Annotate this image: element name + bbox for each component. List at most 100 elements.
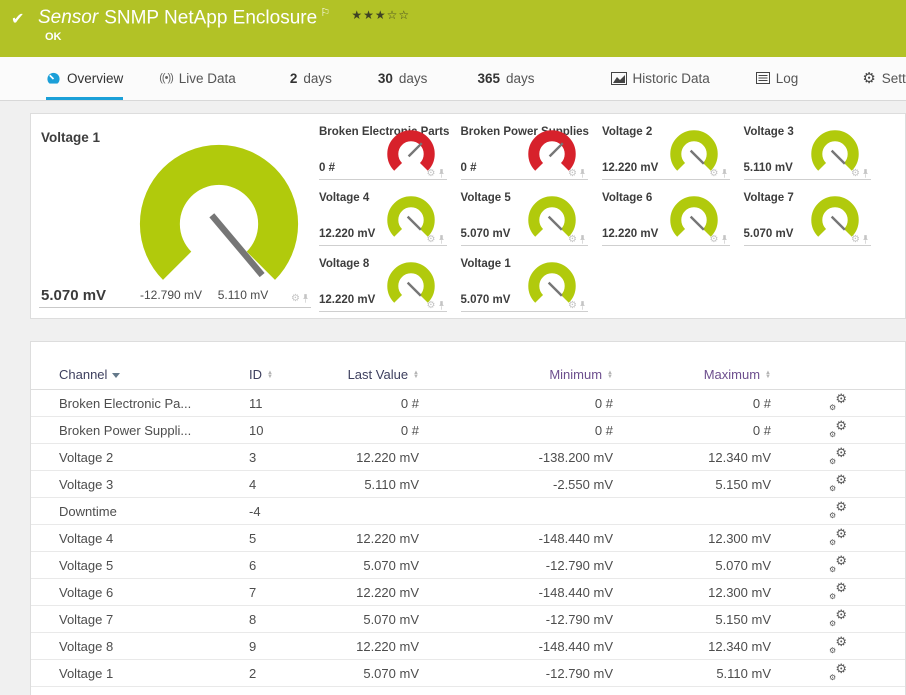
gear-icon[interactable]: ⚙ [568, 300, 577, 311]
pin-icon[interactable] [438, 168, 445, 179]
channel-settings-icon[interactable]: ⚙ ⚙ [829, 608, 847, 628]
column-header-channel[interactable]: Channel [59, 367, 249, 382]
page-title: Sensor SNMP NetApp Enclosure ⚐ ★★★☆☆ [38, 6, 410, 29]
stars-filled[interactable]: ★★★ [351, 8, 386, 22]
column-header-maximum[interactable]: Maximum ▲ ▼ [613, 367, 771, 382]
channel-settings-icon[interactable]: ⚙ ⚙ [829, 392, 847, 412]
channel-settings-icon[interactable]: ⚙ ⚙ [829, 581, 847, 601]
divider [743, 179, 871, 180]
channel-settings-icon[interactable]: ⚙ ⚙ [829, 473, 847, 493]
cell-last-value: 12.220 mV [356, 584, 419, 600]
pin-icon[interactable] [862, 168, 869, 179]
column-header-last-value[interactable]: Last Value ▲ ▼ [339, 367, 419, 382]
column-header-id[interactable]: ID ▲ ▼ [249, 367, 339, 382]
gauge-value: 12.220 mV [319, 294, 376, 306]
tab-label: Overview [67, 70, 124, 86]
pin-icon[interactable] [302, 293, 309, 304]
gear-icon[interactable]: ⚙ [710, 234, 719, 245]
pin-icon[interactable] [721, 234, 728, 245]
pin-icon[interactable] [438, 234, 445, 245]
gear-icon[interactable]: ⚙ [291, 293, 300, 304]
divider [319, 179, 447, 180]
cell-last-value: 5.070 mV [363, 557, 419, 573]
channel-settings-icon[interactable]: ⚙ ⚙ [829, 635, 847, 655]
table-row: Voltage 8 9 12.220 mV -148.440 mV 12.340… [31, 633, 905, 660]
cell-last-value: 5.110 mV [364, 476, 419, 492]
gear-icon[interactable]: ⚙ [427, 168, 436, 179]
gauge-value: 12.220 mV [602, 162, 659, 174]
tab-overview[interactable]: Overview [46, 57, 124, 100]
gauge-title: Voltage 1 [460, 258, 511, 270]
tab-log[interactable]: Log [755, 57, 799, 100]
tab-label: Log [775, 70, 799, 86]
sort-icon: ▲ ▼ [765, 369, 771, 380]
cell-last-value: 12.220 mV [356, 638, 419, 654]
channel-settings-icon[interactable]: ⚙ ⚙ [829, 527, 847, 547]
cell-last-value: 0 # [400, 422, 419, 438]
tab-settings[interactable]: ⚙ Settings [862, 57, 906, 100]
gauge-cell-voltage-5: Voltage 5 5.070 mV ⚙ [460, 188, 588, 254]
tab-365-days[interactable]: 365 days [477, 57, 534, 100]
tab-2-days[interactable]: 2 days [290, 57, 332, 100]
gauge-title: Voltage 8 [319, 258, 370, 270]
pin-icon[interactable] [721, 168, 728, 179]
divider [460, 311, 588, 312]
channel-settings-icon[interactable]: ⚙ ⚙ [829, 419, 847, 439]
flag-icon[interactable]: ⚐ [320, 7, 330, 19]
gauge-cell-voltage-3: Voltage 3 5.110 mV ⚙ [743, 122, 871, 188]
gauge-cell-voltage-8: Voltage 8 12.220 mV ⚙ [319, 254, 447, 320]
cell-channel: Downtime [59, 503, 117, 519]
channel-settings-icon[interactable]: ⚙ ⚙ [829, 662, 847, 682]
gauge-cell-voltage-7: Voltage 7 5.070 mV ⚙ [743, 188, 871, 254]
table-row: Voltage 2 3 12.220 mV -138.200 mV 12.340… [31, 444, 905, 471]
pin-icon[interactable] [579, 168, 586, 179]
gear-icon[interactable]: ⚙ [427, 234, 436, 245]
cell-minimum: -148.440 mV [538, 530, 613, 546]
gauges-panel: Voltage 1 5.070 mV -12.790 mV 5.110 mV ⚙… [30, 113, 906, 319]
channel-settings-icon[interactable]: ⚙ ⚙ [829, 554, 847, 574]
gauge-cell-broken-electronic-parts: Broken Electronic Parts 0 # ⚙ [319, 122, 449, 188]
tab-30-days[interactable]: 30 days [378, 57, 428, 100]
gauge-title: Voltage 7 [743, 192, 794, 204]
channels-table-panel: Channel ID ▲ ▼ Last Value ▲ ▼ Minimum ▲ ▼ Maxi… [30, 341, 906, 695]
priority-stars[interactable]: ★★★☆☆ [351, 8, 410, 22]
channel-settings-icon[interactable]: ⚙ ⚙ [829, 446, 847, 466]
gear-icon[interactable]: ⚙ [851, 168, 860, 179]
cell-minimum: -12.790 mV [545, 557, 613, 573]
pin-icon[interactable] [579, 234, 586, 245]
cell-minimum: -148.440 mV [538, 638, 613, 654]
divider [460, 245, 588, 246]
pin-icon[interactable] [579, 300, 586, 311]
cell-maximum: 5.070 mV [715, 557, 771, 573]
tab-historic-data[interactable]: Historic Data [610, 57, 710, 100]
pin-icon[interactable] [862, 234, 869, 245]
cell-maximum: 12.340 mV [708, 638, 771, 654]
cell-channel: Broken Electronic Pa... [59, 395, 192, 411]
gear-icon[interactable]: ⚙ [427, 300, 436, 311]
table-row: Voltage 6 7 12.220 mV -148.440 mV 12.300… [31, 579, 905, 606]
cell-channel: Voltage 2 [59, 449, 114, 465]
sort-desc-icon [112, 373, 121, 378]
tab-label-number: 30 [377, 70, 393, 86]
gauge-cell-voltage-4: Voltage 4 12.220 mV ⚙ [319, 188, 447, 254]
tab-bar: Overview ((•)) Live Data 2 days 30 days … [0, 57, 906, 101]
stars-empty[interactable]: ☆☆ [387, 8, 411, 22]
gear-icon: ⚙ [862, 69, 876, 87]
main-content: Voltage 1 5.070 mV -12.790 mV 5.110 mV ⚙… [0, 101, 906, 695]
gear-icon[interactable]: ⚙ [568, 234, 577, 245]
channel-settings-icon[interactable]: ⚙ ⚙ [829, 500, 847, 520]
table-row: Broken Electronic Pa... 11 0 # 0 # 0 # ⚙… [31, 390, 905, 417]
cell-id: 3 [249, 449, 257, 465]
table-row: Voltage 1 2 5.070 mV -12.790 mV 5.110 mV… [31, 660, 905, 687]
pin-icon[interactable] [438, 300, 445, 311]
tab-live-data[interactable]: ((•)) Live Data [159, 57, 236, 100]
cell-id: 6 [249, 557, 257, 573]
cell-channel: Voltage 3 [59, 476, 114, 492]
gear-icon[interactable]: ⚙ [710, 168, 719, 179]
gauge-value: 0 # [319, 162, 335, 174]
gauge-cell-voltage-6: Voltage 6 12.220 mV ⚙ [602, 188, 730, 254]
column-header-minimum[interactable]: Minimum ▲ ▼ [419, 367, 613, 382]
gear-icon[interactable]: ⚙ [568, 168, 577, 179]
table-header-row: Channel ID ▲ ▼ Last Value ▲ ▼ Minimum ▲ ▼ Maxi… [31, 360, 905, 390]
gear-icon[interactable]: ⚙ [851, 234, 860, 245]
